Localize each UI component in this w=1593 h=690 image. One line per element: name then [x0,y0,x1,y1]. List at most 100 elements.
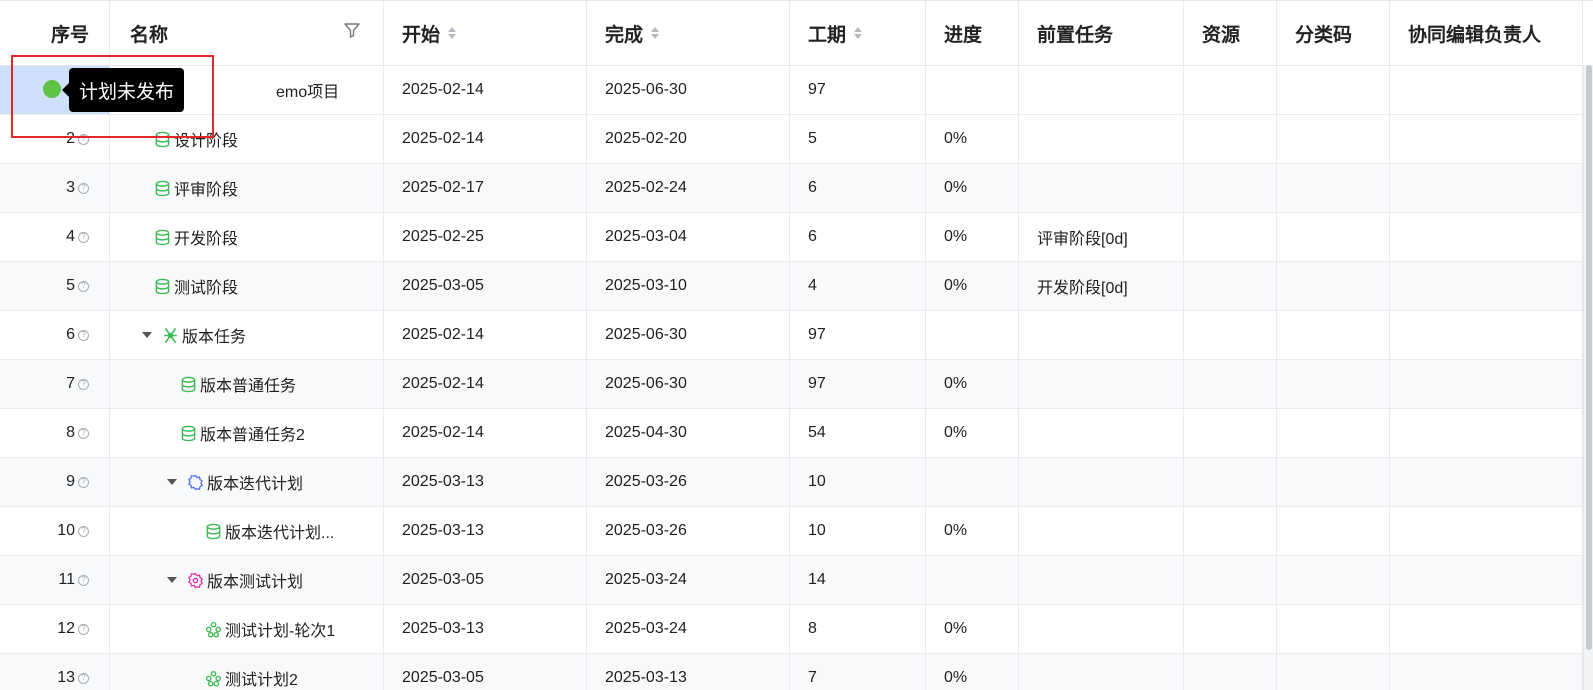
task-start[interactable]: 2025-03-05 [384,556,587,604]
help-icon[interactable]: ? [78,378,89,390]
task-category-code[interactable] [1277,66,1390,114]
task-predecessor[interactable] [1019,605,1184,653]
task-name[interactable]: 开发阶段 [110,213,384,261]
col-name-header[interactable]: 名称 [110,1,384,65]
task-resource[interactable] [1184,605,1277,653]
table-row[interactable]: 2? 设计阶段 2025-02-14 2025-02-20 5 0% [0,115,1593,164]
task-category-code[interactable] [1277,360,1390,408]
task-category-code[interactable] [1277,409,1390,457]
task-progress[interactable] [926,66,1019,114]
task-resource[interactable] [1184,458,1277,506]
task-predecessor[interactable] [1019,311,1184,359]
task-owner[interactable] [1390,311,1583,359]
task-name[interactable]: 测试阶段 [110,262,384,310]
help-icon[interactable]: ? [78,231,89,243]
task-duration[interactable]: 6 [790,164,926,212]
task-predecessor[interactable] [1019,507,1184,555]
col-resource-header[interactable]: 资源 [1184,1,1277,65]
task-duration[interactable]: 8 [790,605,926,653]
col-predecessor-header[interactable]: 前置任务 [1019,1,1184,65]
task-end[interactable]: 2025-03-24 [587,556,790,604]
task-start[interactable]: 2025-02-17 [384,164,587,212]
task-start[interactable]: 2025-02-14 [384,409,587,457]
task-duration[interactable]: 5 [790,115,926,163]
filter-icon[interactable] [343,21,361,45]
task-progress[interactable]: 0% [926,115,1019,163]
task-progress[interactable]: 0% [926,262,1019,310]
help-icon[interactable]: ? [78,574,89,586]
task-predecessor[interactable] [1019,360,1184,408]
col-start-header[interactable]: 开始 [384,1,587,65]
help-icon[interactable]: ? [78,525,89,537]
task-duration[interactable]: 10 [790,507,926,555]
task-progress[interactable]: 0% [926,164,1019,212]
task-duration[interactable]: 14 [790,556,926,604]
task-end[interactable]: 2025-03-26 [587,458,790,506]
task-name[interactable]: 版本普通任务 [110,360,384,408]
task-owner[interactable] [1390,458,1583,506]
task-predecessor[interactable] [1019,164,1184,212]
task-name[interactable]: 测试计划2 [110,654,384,690]
vertical-scrollbar[interactable] [1583,65,1593,690]
col-progress-header[interactable]: 进度 [926,1,1019,65]
chevron-down-icon[interactable] [167,479,177,485]
help-icon[interactable]: ? [78,280,89,292]
sort-icon[interactable] [854,27,863,39]
task-owner[interactable] [1390,556,1583,604]
task-resource[interactable] [1184,115,1277,163]
task-predecessor[interactable] [1019,654,1184,690]
task-name[interactable]: 版本任务 [110,311,384,359]
task-end[interactable]: 2025-02-20 [587,115,790,163]
task-end[interactable]: 2025-02-24 [587,164,790,212]
task-end[interactable]: 2025-06-30 [587,66,790,114]
task-start[interactable]: 2025-02-14 [384,360,587,408]
task-start[interactable]: 2025-03-13 [384,605,587,653]
task-name[interactable]: 测试计划-轮次1 [110,605,384,653]
task-category-code[interactable] [1277,262,1390,310]
task-resource[interactable] [1184,262,1277,310]
task-resource[interactable] [1184,213,1277,261]
table-row[interactable]: 9? 版本迭代计划 2025-03-13 2025-03-26 10 [0,458,1593,507]
task-progress[interactable]: 0% [926,507,1019,555]
task-resource[interactable] [1184,507,1277,555]
help-icon[interactable]: ? [78,623,89,635]
help-icon[interactable]: ? [78,133,89,145]
task-category-code[interactable] [1277,311,1390,359]
task-end[interactable]: 2025-03-26 [587,507,790,555]
chevron-down-icon[interactable] [142,332,152,338]
task-end[interactable]: 2025-06-30 [587,311,790,359]
task-predecessor[interactable]: 开发阶段[0d] [1019,262,1184,310]
task-owner[interactable] [1390,66,1583,114]
task-end[interactable]: 2025-06-30 [587,360,790,408]
task-duration[interactable]: 97 [790,311,926,359]
task-start[interactable]: 2025-03-13 [384,458,587,506]
table-row[interactable]: 12? 测试计划-轮次1 2025-03-13 2025-03-24 8 0% [0,605,1593,654]
table-row[interactable]: 10? 版本迭代计划... 2025-03-13 2025-03-26 10 0… [0,507,1593,556]
task-progress[interactable]: 0% [926,360,1019,408]
sort-icon[interactable] [448,27,457,39]
task-resource[interactable] [1184,654,1277,690]
task-name[interactable]: 评审阶段 [110,164,384,212]
task-end[interactable]: 2025-04-30 [587,409,790,457]
task-category-code[interactable] [1277,556,1390,604]
task-owner[interactable] [1390,115,1583,163]
task-name[interactable]: 版本测试计划 [110,556,384,604]
col-owner-header[interactable]: 协同编辑负责人 [1390,1,1583,65]
task-category-code[interactable] [1277,115,1390,163]
task-resource[interactable] [1184,164,1277,212]
task-predecessor[interactable] [1019,115,1184,163]
task-end[interactable]: 2025-03-13 [587,654,790,690]
task-predecessor[interactable] [1019,409,1184,457]
table-row[interactable]: 8? 版本普通任务2 2025-02-14 2025-04-30 54 0% [0,409,1593,458]
task-duration[interactable]: 54 [790,409,926,457]
table-row[interactable]: 7? 版本普通任务 2025-02-14 2025-06-30 97 0% [0,360,1593,409]
task-resource[interactable] [1184,66,1277,114]
task-resource[interactable] [1184,360,1277,408]
table-row[interactable]: 5? 测试阶段 2025-03-05 2025-03-10 4 0% 开发阶段[… [0,262,1593,311]
help-icon[interactable]: ? [78,182,89,194]
task-progress[interactable] [926,556,1019,604]
task-owner[interactable] [1390,409,1583,457]
task-predecessor[interactable]: 评审阶段[0d] [1019,213,1184,261]
scrollbar-thumb[interactable] [1586,65,1592,650]
table-row[interactable]: 11? 版本测试计划 2025-03-05 2025-03-24 14 [0,556,1593,605]
